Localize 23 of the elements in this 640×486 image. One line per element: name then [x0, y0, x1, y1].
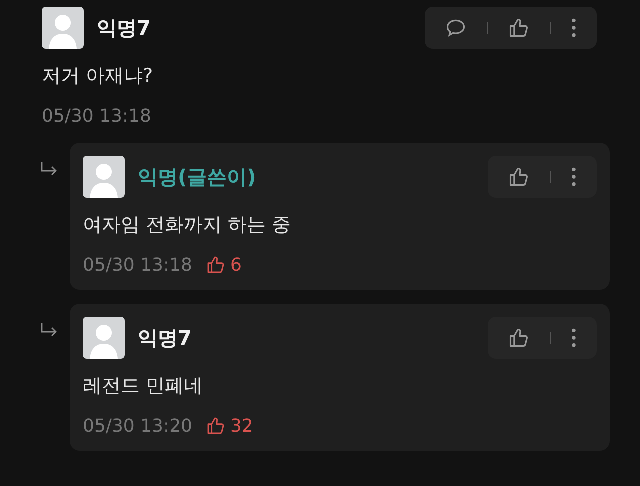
thumbs-up-icon[interactable] [508, 17, 530, 39]
thumbs-up-icon [206, 255, 226, 275]
more-icon[interactable] [571, 166, 577, 188]
timestamp: 05/30 13:18 [42, 106, 152, 126]
like-count: 6 [230, 254, 242, 276]
more-icon[interactable] [571, 327, 577, 349]
timestamp: 05/30 13:20 [83, 416, 192, 436]
thumbs-up-icon[interactable] [508, 166, 530, 188]
author-name: 익명(글쓴이) [138, 164, 258, 190]
thumbs-up-icon [206, 416, 226, 436]
author-name: 익명7 [97, 14, 152, 42]
thumbs-up-icon[interactable] [508, 327, 530, 349]
timestamp: 05/30 13:18 [83, 254, 192, 276]
comment-icon[interactable] [445, 17, 467, 39]
avatar-icon [83, 317, 125, 359]
comment-text: 저거 아재냐? [42, 64, 154, 89]
like-count: 32 [230, 416, 254, 436]
comment-text: 여자임 전화까지 하는 중 [83, 213, 292, 238]
author-name: 익명7 [138, 324, 193, 352]
more-icon[interactable] [571, 17, 577, 39]
comment-text: 레전드 민폐네 [83, 374, 204, 399]
avatar-icon [83, 156, 125, 198]
avatar-icon [42, 7, 84, 49]
